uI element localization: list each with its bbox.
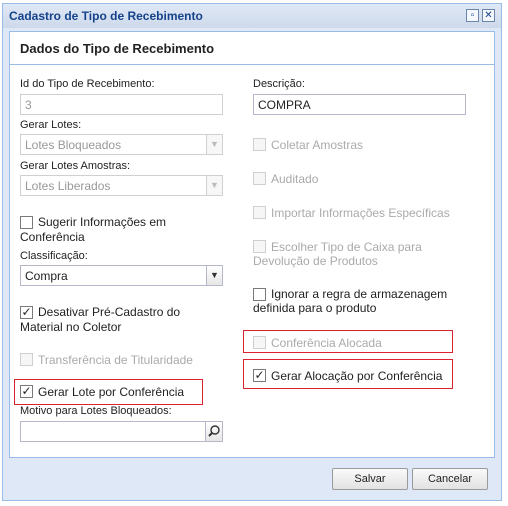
escolher-label-line1: Escolher Tipo de Caixa para: [271, 240, 422, 254]
desativar-label-line2: Material no Coletor: [20, 320, 122, 334]
motivo-field[interactable]: [20, 421, 223, 442]
gerar-lotes-select[interactable]: Lotes Bloqueados ▼: [20, 134, 223, 155]
sugerir-label-line2: Conferência: [20, 230, 85, 244]
dialog-window: Cadastro de Tipo de Recebimento ▫ ✕ Dado…: [2, 3, 502, 501]
panel-title: Dados do Tipo de Recebimento: [20, 41, 215, 56]
escolher-checkbox[interactable]: [253, 240, 266, 253]
classificacao-select[interactable]: Compra ▼: [20, 265, 223, 286]
id-label: Id do Tipo de Recebimento:: [20, 78, 155, 90]
sugerir-checkbox[interactable]: [20, 216, 33, 229]
title-bar: Cadastro de Tipo de Recebimento ▫ ✕: [3, 4, 501, 28]
gerar-lote-conferencia-label: Gerar Lote por Conferência: [38, 385, 185, 399]
id-field: 3: [20, 94, 223, 115]
gerar-alocacao-label: Gerar Alocação por Conferência: [271, 369, 443, 383]
gerar-lotes-amostras-label: Gerar Lotes Amostras:: [20, 160, 131, 172]
descricao-field[interactable]: COMPRA: [253, 94, 466, 115]
sugerir-label-line1: Sugerir Informações em: [38, 215, 167, 229]
escolher-label-line2: Devolução de Produtos: [253, 254, 378, 268]
conferencia-alocada-checkbox[interactable]: [253, 336, 266, 349]
window-title: Cadastro de Tipo de Recebimento: [9, 9, 203, 23]
close-icon[interactable]: ✕: [482, 9, 495, 22]
gerar-lotes-amostras-select[interactable]: Lotes Liberados ▼: [20, 175, 223, 196]
maximize-icon[interactable]: ▫: [466, 9, 479, 22]
chevron-down-icon[interactable]: ▼: [206, 135, 222, 154]
gerar-lote-conferencia-checkbox[interactable]: ✓: [20, 385, 33, 398]
auditado-checkbox[interactable]: [253, 172, 266, 185]
coletar-amostras-label: Coletar Amostras: [271, 138, 364, 152]
classificacao-value: Compra: [25, 269, 68, 283]
form-panel: Dados do Tipo de Recebimento Id do Tipo …: [9, 31, 495, 458]
save-button[interactable]: Salvar: [332, 468, 408, 490]
coletar-amostras-checkbox[interactable]: [253, 138, 266, 151]
transferencia-label: Transferência de Titularidade: [38, 353, 193, 367]
gerar-alocacao-checkbox[interactable]: ✓: [253, 369, 266, 382]
desativar-label-line1: Desativar Pré-Cadastro do: [38, 305, 181, 319]
panel-header: Dados do Tipo de Recebimento: [10, 32, 494, 65]
cancel-button[interactable]: Cancelar: [412, 468, 488, 490]
desativar-checkbox[interactable]: ✓: [20, 306, 33, 319]
chevron-down-icon[interactable]: ▼: [206, 266, 222, 285]
classificacao-label: Classificação:: [20, 250, 88, 262]
descricao-label: Descrição:: [253, 78, 305, 90]
chevron-down-icon[interactable]: ▼: [206, 176, 222, 195]
search-icon[interactable]: [205, 422, 222, 441]
auditado-label: Auditado: [271, 172, 319, 186]
gerar-lotes-label: Gerar Lotes:: [20, 119, 82, 131]
gerar-lotes-amostras-value: Lotes Liberados: [25, 179, 111, 193]
gerar-lotes-value: Lotes Bloqueados: [25, 138, 122, 152]
ignorar-label-line2: definida para o produto: [253, 301, 377, 315]
importar-checkbox[interactable]: [253, 206, 266, 219]
conferencia-alocada-label: Conferência Alocada: [271, 336, 382, 350]
ignorar-checkbox[interactable]: [253, 288, 266, 301]
transferencia-checkbox[interactable]: [20, 353, 33, 366]
importar-label: Importar Informações Específicas: [271, 206, 450, 220]
ignorar-label-line1: Ignorar a regra de armazenagem: [271, 287, 448, 301]
motivo-label: Motivo para Lotes Bloqueados:: [20, 405, 172, 417]
